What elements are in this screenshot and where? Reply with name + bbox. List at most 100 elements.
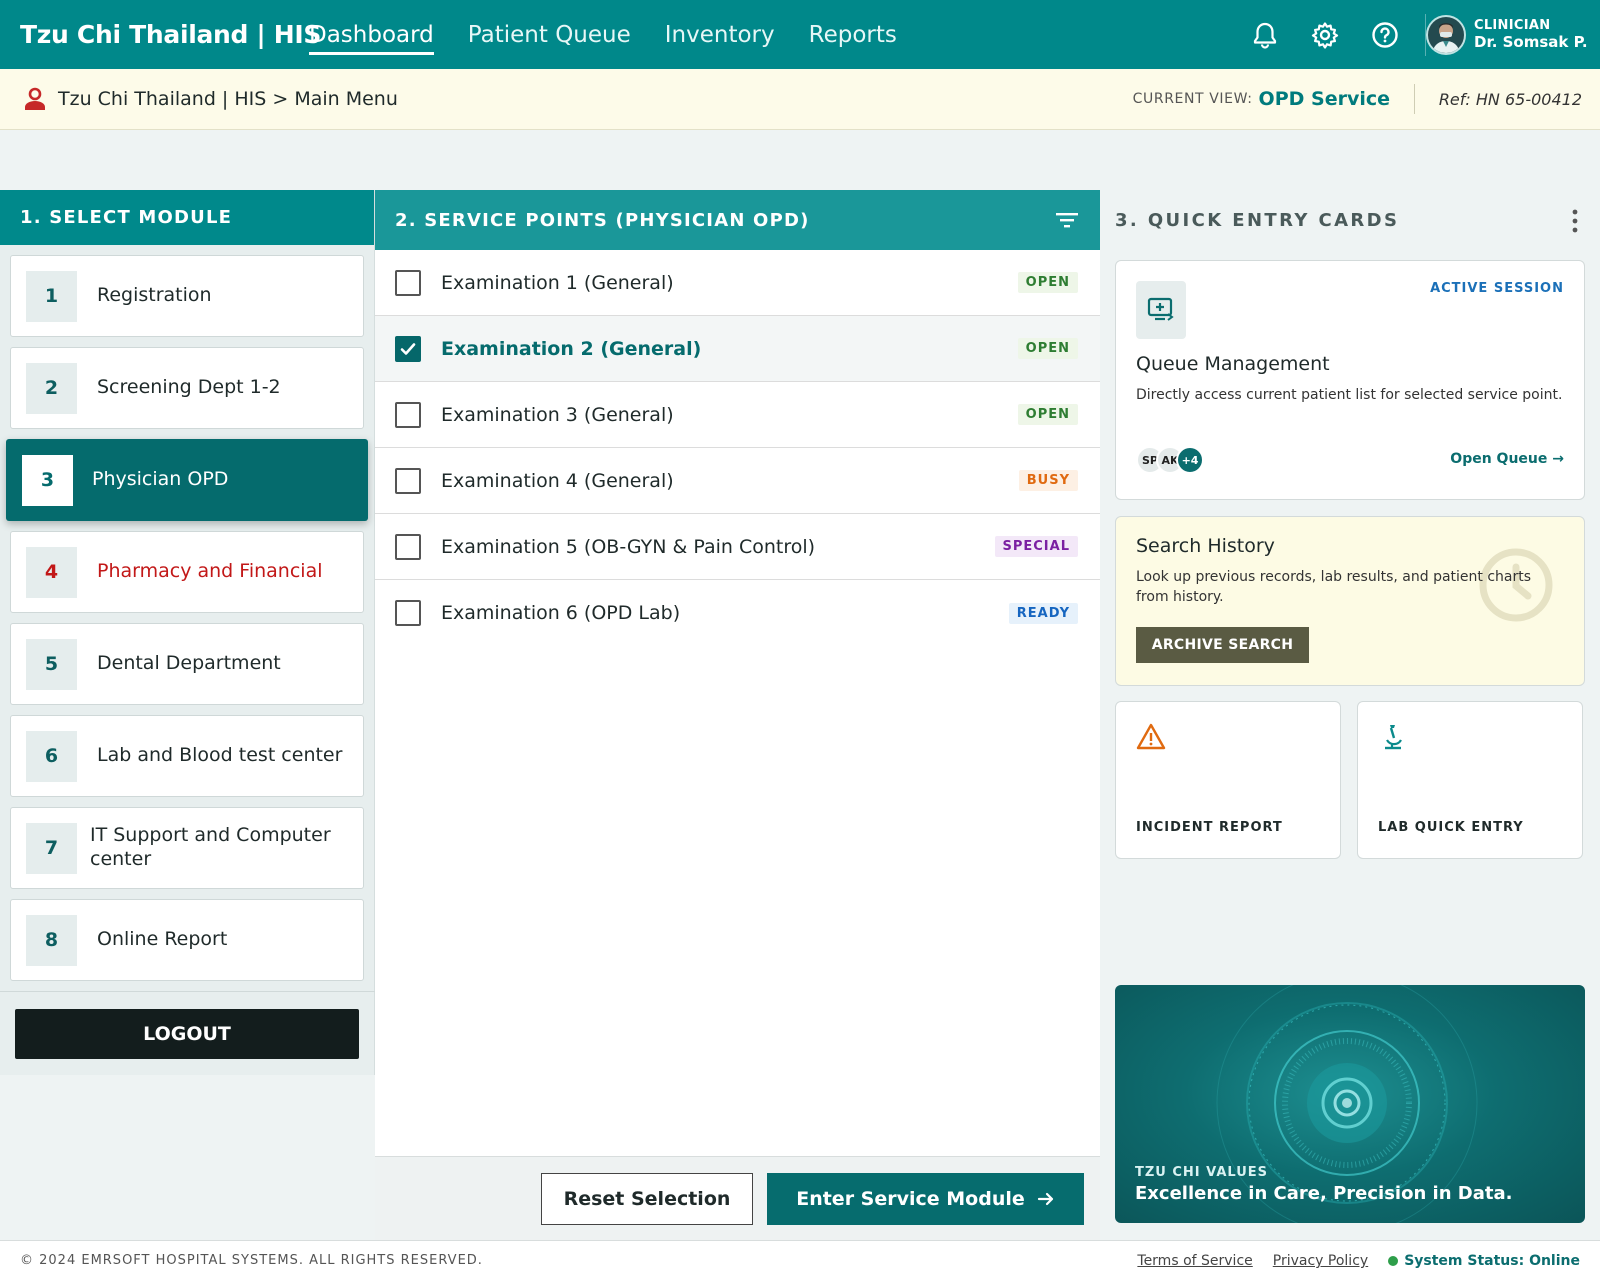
user-role: CLINICIAN [1474,17,1551,33]
module-registration[interactable]: 1 Registration [10,255,364,337]
module-physician-opd[interactable]: 3 Physician OPD [6,439,368,521]
module-number: 3 [22,454,73,506]
checkbox[interactable] [395,533,421,560]
incident-report-card[interactable]: INCIDENT REPORT [1115,701,1341,859]
service-point-row[interactable]: Examination 1 (General) OPEN [375,250,1100,316]
service-points-actions: Reset Selection Enter Service Module [375,1156,1100,1240]
module-label: Registration [97,284,212,307]
module-number: 1 [26,270,77,322]
page-footer: © 2024 EMRSOFT HOSPITAL SYSTEMS. ALL RIG… [0,1240,1600,1280]
module-label: IT Support and Computer center [90,824,331,870]
help-icon[interactable] [1370,20,1400,50]
enter-button-label: Enter Service Module [796,1188,1025,1210]
logout-button[interactable]: LOGOUT [15,1009,359,1059]
arrow-right-icon [1037,1192,1053,1206]
queue-management-card[interactable]: ACTIVE SESSION Queue Management Directly… [1115,260,1585,500]
nav-inventory[interactable]: Inventory [665,0,775,69]
header-actions [1250,0,1400,69]
module-label: Pharmacy and Financial [97,560,323,583]
system-status: System Status: Online [1388,1253,1580,1269]
bell-icon[interactable] [1250,20,1280,50]
values-tag: TZU CHI VALUES [1135,1165,1269,1180]
module-label: Physician OPD [92,468,229,491]
lab-quick-entry-card[interactable]: LAB QUICK ENTRY [1357,701,1583,859]
more-vertical-icon[interactable] [1570,208,1580,234]
user-name: Dr. Somsak P. [1474,33,1588,52]
checkbox[interactable] [395,467,421,494]
service-point-label: Examination 2 (General) [441,337,702,360]
nav-patient-queue[interactable]: Patient Queue [468,0,631,69]
patient-ref: Ref: HN 65-00412 [1438,89,1582,109]
filter-icon[interactable] [1054,208,1080,232]
reset-selection-button[interactable]: Reset Selection [541,1173,753,1225]
search-history-title: Search History [1136,535,1275,557]
current-view: CURRENT VIEW: OPD Service [1133,69,1390,129]
breadcrumb-bar: Tzu Chi Thailand | HIS > Main Menu CURRE… [0,69,1600,130]
status-badge: OPEN [1017,338,1078,359]
module-number: 7 [26,822,77,874]
module-label: Online Report [97,928,228,951]
top-bar: Tzu Chi Thailand | HIS Dashboard Patient… [0,0,1600,69]
avatar [1426,14,1466,55]
module-online-report[interactable]: 8 Online Report [10,899,364,981]
status-badge: OPEN [1017,404,1078,425]
gear-icon[interactable] [1310,20,1340,50]
module-label: Dental Department [97,652,281,675]
service-point-label: Examination 3 (General) [441,403,674,426]
module-dental[interactable]: 5 Dental Department [10,623,364,705]
current-view-value: OPD Service [1258,88,1390,110]
module-panel: 1. SELECT MODULE 1 Registration 2 Screen… [0,190,375,1075]
nav-reports[interactable]: Reports [809,0,897,69]
module-lab-blood[interactable]: 6 Lab and Blood test center [10,715,364,797]
module-label: Lab and Blood test center [97,744,343,767]
checkbox[interactable] [395,335,421,362]
status-badge: SPECIAL [994,536,1078,557]
module-number: 4 [26,546,77,598]
avatar-overflow-count: +4 [1176,446,1204,474]
module-number: 2 [26,362,77,414]
quick-entry-title: 3. QUICK ENTRY CARDS [1115,209,1400,231]
service-point-row[interactable]: Examination 4 (General) BUSY [375,448,1100,514]
checkbox[interactable] [395,600,421,626]
active-session-badge: ACTIVE SESSION [1430,281,1564,296]
user-menu[interactable]: CLINICIAN Dr. Somsak P. [1426,0,1588,69]
enter-service-module-button[interactable]: Enter Service Module [767,1173,1084,1225]
service-points-panel: 2. SERVICE POINTS (PHYSICIAN OPD) Examin… [375,190,1100,1240]
service-point-row[interactable]: Examination 3 (General) OPEN [375,382,1100,448]
service-point-label: Examination 6 (OPD Lab) [441,602,681,624]
checkbox[interactable] [395,401,421,428]
main-nav: Dashboard Patient Queue Inventory Report… [309,0,931,69]
module-screening[interactable]: 2 Screening Dept 1-2 [10,347,364,429]
status-badge: BUSY [1018,470,1078,491]
values-text: Excellence in Care, Precision in Data. [1135,1183,1513,1204]
nav-dashboard[interactable]: Dashboard [309,0,434,69]
queue-description: Directly access current patient list for… [1136,387,1563,403]
footer-links: Terms of Service Privacy Policy System S… [1137,1241,1580,1280]
service-point-row[interactable]: Examination 2 (General) OPEN [375,316,1100,382]
queue-title: Queue Management [1136,353,1330,375]
breadcrumb: Tzu Chi Thailand | HIS > Main Menu [58,88,398,110]
module-it-support[interactable]: 7 IT Support and Computer center [10,807,364,889]
lab-quick-entry-label: LAB QUICK ENTRY [1378,820,1524,835]
service-point-row[interactable]: Examination 6 (OPD Lab) READY [375,580,1100,646]
service-point-label: Examination 4 (General) [441,469,674,492]
module-pharmacy-financial[interactable]: 4 Pharmacy and Financial [10,531,364,613]
checkbox[interactable] [395,269,421,296]
values-banner: TZU CHI VALUES Excellence in Care, Preci… [1115,985,1585,1223]
check-icon [400,342,416,355]
divider [0,991,375,992]
open-queue-link[interactable]: Open Queue → [1450,451,1564,467]
quick-entry-panel: 3. QUICK ENTRY CARDS ACTIVE SESSION Queu… [1100,190,1600,1240]
privacy-link[interactable]: Privacy Policy [1273,1253,1368,1269]
module-number: 5 [26,638,77,690]
terms-link[interactable]: Terms of Service [1137,1253,1252,1269]
system-status-text: System Status: Online [1404,1253,1580,1269]
module-label: Screening Dept 1-2 [97,376,281,399]
service-points-header: 2. SERVICE POINTS (PHYSICIAN OPD) [375,190,1100,250]
search-history-description: Look up previous records, lab results, a… [1136,569,1532,606]
archive-search-button[interactable]: ARCHIVE SEARCH [1136,627,1309,663]
current-view-label: CURRENT VIEW: [1132,91,1253,107]
service-point-row[interactable]: Examination 5 (OB-GYN & Pain Control) SP… [375,514,1100,580]
queue-icon [1136,281,1186,339]
copyright: © 2024 EMRSOFT HOSPITAL SYSTEMS. ALL RIG… [20,1253,483,1268]
